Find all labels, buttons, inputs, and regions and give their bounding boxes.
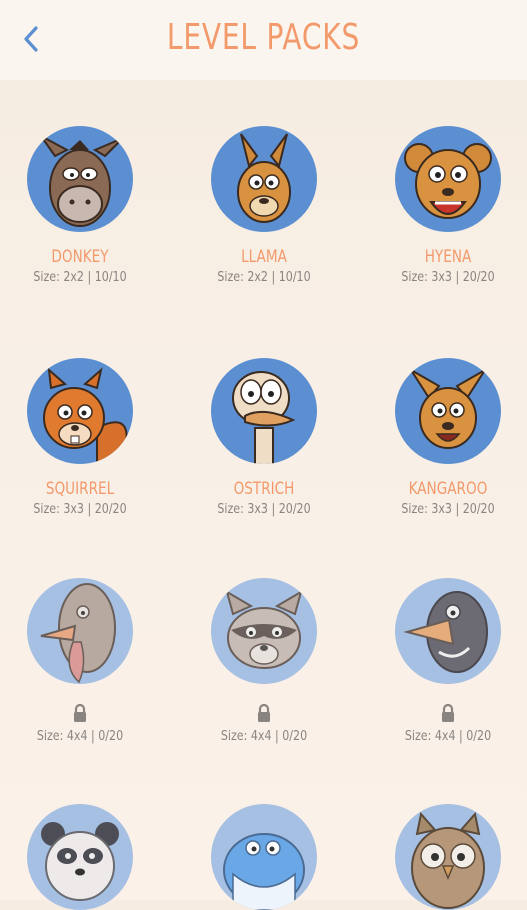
llama-icon [211, 126, 317, 232]
ostrich-icon [211, 358, 317, 464]
whale-icon [211, 804, 317, 910]
pack-size: Size: 2x2 | 10/10 [33, 269, 127, 285]
lock-icon [258, 703, 270, 722]
header-bar: LEVEL PACKS [0, 0, 527, 80]
chevron-left-icon [24, 26, 38, 52]
squirrel-icon [27, 358, 133, 464]
hyena-icon [395, 126, 501, 232]
crow-icon [395, 578, 501, 684]
pack-name: KANGAROO [408, 479, 488, 499]
pack-size: Size: 3x3 | 20/20 [401, 501, 495, 517]
pack-name: DONKEY [51, 247, 109, 267]
donkey-icon [27, 126, 133, 232]
panda-icon [27, 804, 133, 910]
pack-size: Size: 4x4 | 0/20 [36, 728, 124, 744]
pack-size: Size: 3x3 | 20/20 [217, 501, 311, 517]
lock-icon [74, 703, 86, 722]
raccoon-icon [211, 578, 317, 684]
page-title: LEVEL PACKS [166, 17, 361, 58]
owl-icon [395, 804, 501, 910]
pack-size: Size: 2x2 | 10/10 [217, 269, 311, 285]
pack-name: OSTRICH [233, 479, 295, 499]
pack-size: Size: 4x4 | 0/20 [220, 728, 308, 744]
pack-size: Size: 3x3 | 20/20 [401, 269, 495, 285]
pack-name: LLAMA [241, 247, 287, 267]
back-button[interactable] [14, 22, 48, 56]
pack-name: HYENA [424, 247, 472, 267]
pack-name: SQUIRREL [45, 479, 115, 499]
kangaroo-icon [395, 358, 501, 464]
pack-size: Size: 4x4 | 0/20 [404, 728, 492, 744]
lock-icon [442, 703, 454, 722]
turkey-icon [27, 578, 133, 684]
pack-size: Size: 3x3 | 20/20 [33, 501, 127, 517]
